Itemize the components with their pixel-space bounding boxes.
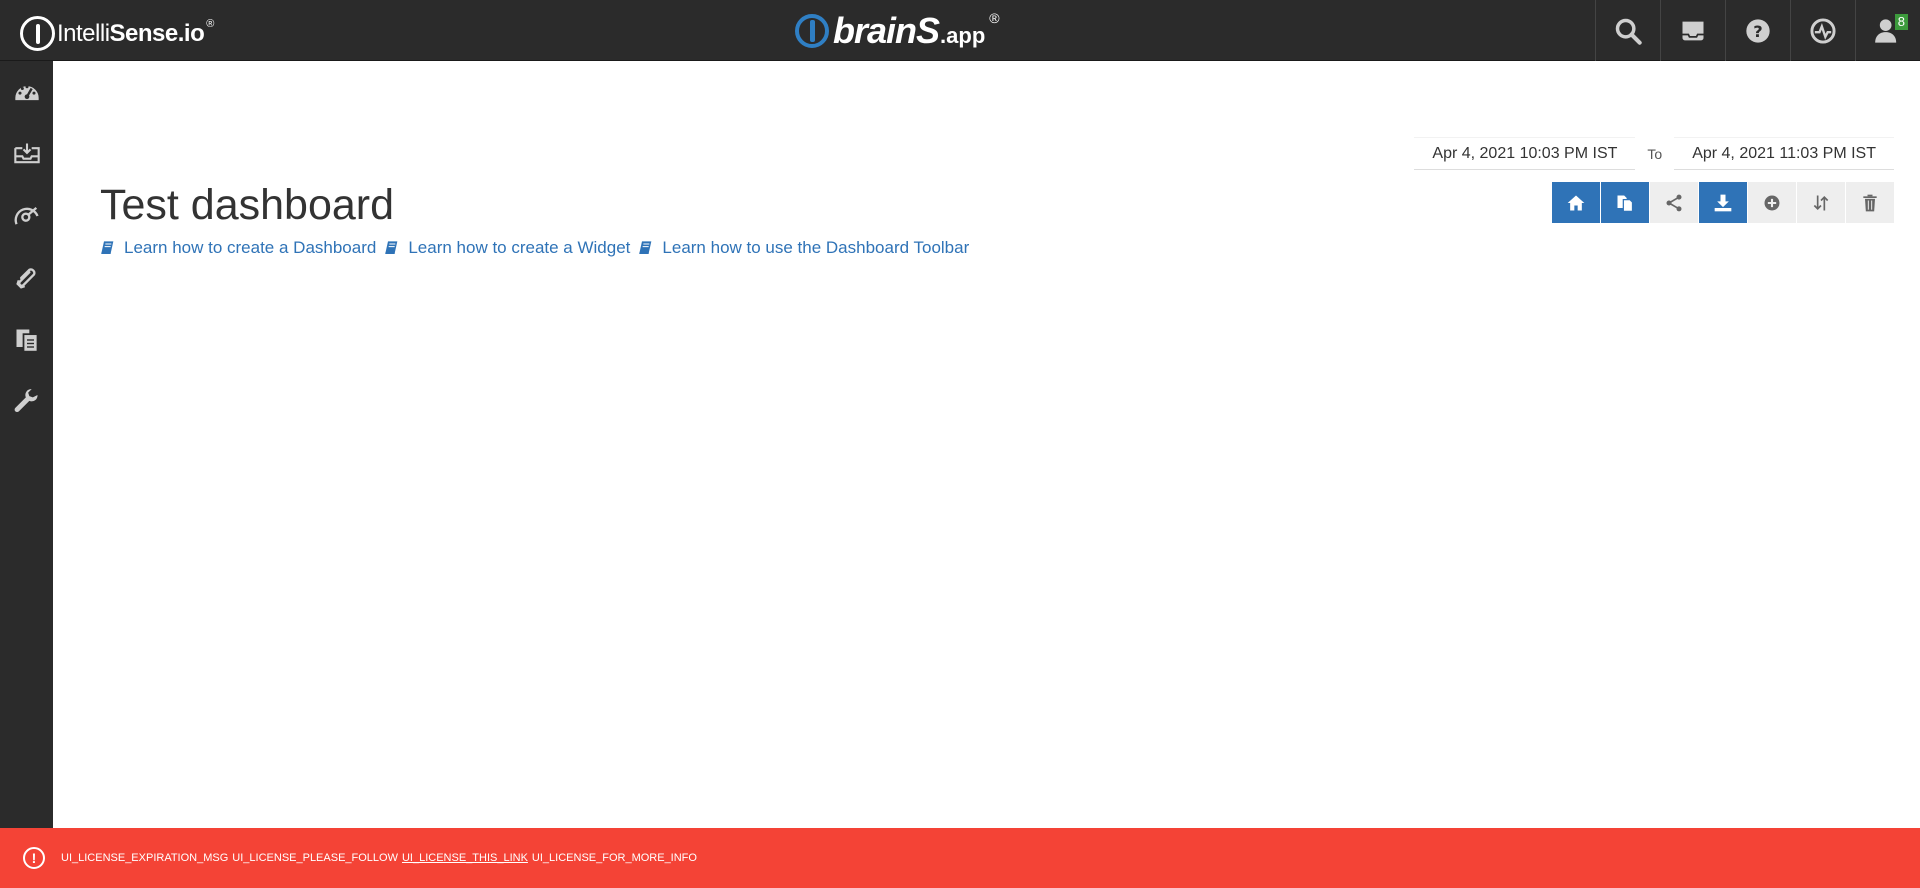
sidebar-item-dashboards[interactable]	[0, 61, 53, 123]
gauge-icon	[14, 206, 39, 225]
date-to-field[interactable]: Apr 4, 2021 11:03 PM IST	[1674, 138, 1894, 170]
book-icon	[101, 241, 114, 254]
home-button[interactable]	[1552, 182, 1600, 223]
search-button[interactable]	[1595, 0, 1660, 61]
search-icon	[1615, 18, 1642, 45]
book-icon	[385, 241, 398, 254]
share-icon	[1666, 194, 1682, 211]
sidebar-item-tools[interactable]	[0, 371, 53, 433]
brains-app-logo[interactable]: brainS .app ®	[795, 10, 1000, 52]
inbox-download-icon	[13, 143, 40, 164]
add-icon	[1764, 195, 1780, 210]
intellisense-logo-icon	[20, 16, 55, 51]
date-to-label: To	[1647, 146, 1663, 162]
alert-msg-follow: UI_LICENSE_PLEASE_FOLLOW	[232, 852, 398, 864]
trash-icon	[1863, 194, 1877, 211]
intellisense-logo[interactable]: IntelliSense.io ®	[20, 16, 214, 51]
svg-text:?: ?	[1753, 21, 1762, 40]
documents-icon	[16, 329, 38, 353]
help-icon: ?	[1746, 18, 1770, 43]
wrench-icon	[14, 389, 38, 413]
sidebar-item-documents[interactable]	[0, 309, 53, 371]
sort-button[interactable]	[1797, 182, 1845, 223]
date-range-picker: Apr 4, 2021 10:03 PM IST To Apr 4, 2021 …	[1414, 138, 1894, 170]
help-links: Learn how to create a Dashboard Learn ho…	[100, 238, 977, 258]
copy-button[interactable]	[1601, 182, 1649, 223]
top-bar: IntelliSense.io ® brainS .app ® ? 8	[0, 0, 1920, 61]
dashboard-icon	[14, 85, 39, 101]
copy-icon	[1617, 195, 1634, 212]
help-link-dashboard-toolbar[interactable]: Learn how to use the Dashboard Toolbar	[638, 238, 969, 258]
user-menu-button[interactable]: 8	[1855, 0, 1920, 61]
top-icon-bar: ? 8	[1595, 0, 1920, 61]
main-content: Apr 4, 2021 10:03 PM IST To Apr 4, 2021 …	[53, 61, 1920, 828]
date-from-field[interactable]: Apr 4, 2021 10:03 PM IST	[1414, 138, 1636, 170]
add-widget-button[interactable]	[1748, 182, 1796, 223]
share-button[interactable]	[1650, 182, 1698, 223]
license-alert-bar: ! UI_LICENSE_EXPIRATION_MSG UI_LICENSE_P…	[0, 828, 1920, 888]
dashboard-gauge-button[interactable]	[1790, 0, 1855, 61]
home-icon	[1567, 195, 1585, 210]
dashboard-gauge-icon	[1810, 17, 1836, 44]
download-icon	[1714, 194, 1732, 211]
dashboard-toolbar	[1551, 182, 1894, 223]
delete-button[interactable]	[1846, 182, 1894, 223]
sidebar	[0, 61, 53, 828]
alert-msg-more-info: UI_LICENSE_FOR_MORE_INFO	[531, 852, 697, 864]
sort-icon	[1813, 195, 1829, 210]
attachment-icon	[15, 268, 35, 289]
brains-logo-icon	[795, 14, 829, 48]
inbox-icon	[1682, 21, 1704, 40]
book-icon	[639, 241, 652, 254]
help-button[interactable]: ?	[1725, 0, 1790, 61]
help-link-create-dashboard[interactable]: Learn how to create a Dashboard	[100, 238, 376, 258]
page-title: Test dashboard	[100, 181, 395, 229]
sidebar-item-gauges[interactable]	[0, 185, 53, 247]
exclamation-icon: !	[23, 847, 45, 869]
notification-badge: 8	[1894, 14, 1908, 30]
sidebar-item-attachments[interactable]	[0, 247, 53, 309]
download-button[interactable]	[1699, 182, 1747, 223]
alert-license-link[interactable]: UI_LICENSE_THIS_LINK	[402, 852, 528, 864]
sidebar-item-inbox[interactable]	[0, 123, 53, 185]
inbox-button[interactable]	[1660, 0, 1725, 61]
help-link-create-widget[interactable]: Learn how to create a Widget	[384, 238, 630, 258]
alert-msg-expiration: UI_LICENSE_EXPIRATION_MSG	[61, 852, 229, 864]
